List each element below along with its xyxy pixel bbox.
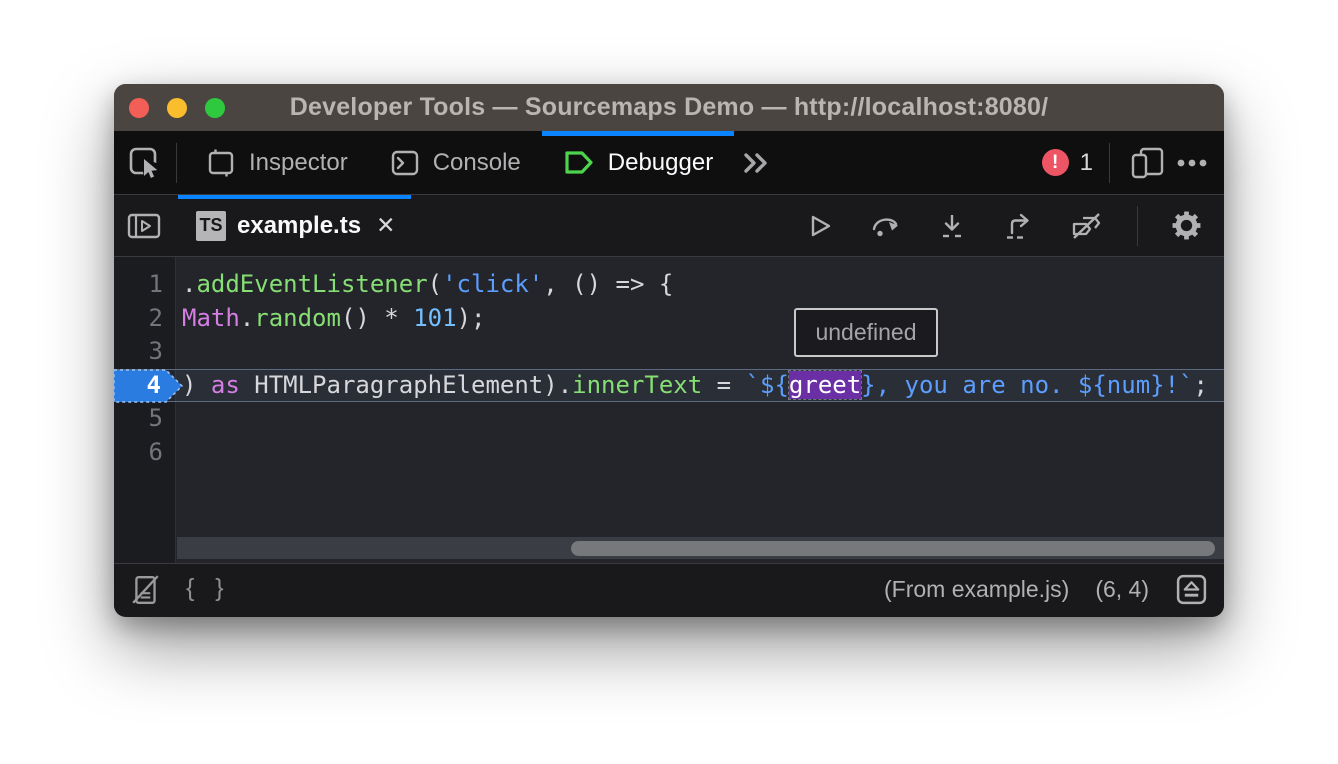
tab-debugger[interactable]: Debugger [542,131,734,194]
pick-element-button[interactable] [122,131,168,194]
code-text[interactable]: Math.random() * 101); [176,302,485,336]
line-number[interactable]: 6 [114,436,176,470]
error-counter[interactable]: ! 1 [1042,149,1093,177]
error-count: 1 [1080,149,1093,177]
step-in-icon [936,211,968,241]
debugger-controls [804,195,1224,256]
inspector-icon [206,148,236,178]
code-line[interactable]: 6 [114,436,1224,470]
code-line[interactable]: 2Math.random() * 101); [114,302,1224,336]
tab-inspector[interactable]: Inspector [185,131,369,194]
chevron-double-right-icon [742,148,772,178]
code-line-paused[interactable]: 4) as HTMLParagraphElement).innerText = … [114,369,1224,403]
debugger-settings-button[interactable] [1171,210,1202,241]
devtools-window: Developer Tools — Sourcemaps Demo — http… [114,84,1224,617]
code-line[interactable]: 3 [114,335,1224,369]
sources-panel-icon [126,211,162,241]
close-window-button[interactable] [129,98,149,118]
variable-preview-tooltip: undefined [794,308,938,357]
deactivate-breakpoints-button[interactable] [1070,211,1104,241]
tab-label: Inspector [249,149,348,177]
titlebar: Developer Tools — Sourcemaps Demo — http… [114,84,1224,131]
responsive-design-icon [1130,146,1166,180]
jump-to-original-button[interactable] [1175,573,1208,606]
step-out-icon [1003,211,1035,241]
toolbar-separator [1109,143,1110,183]
cursor-position: (6, 4) [1095,576,1149,603]
more-tabs-button[interactable] [734,131,780,194]
step-out-button[interactable] [1003,211,1035,241]
code-line[interactable]: 5 [114,402,1224,436]
tab-label: Console [433,149,521,177]
debugger-icon [563,148,595,178]
traffic-lights [129,84,225,131]
controls-separator [1137,206,1138,246]
line-number[interactable]: 3 [114,335,176,369]
close-source-tab-button[interactable]: ✕ [372,212,395,239]
code-text[interactable]: ) as HTMLParagraphElement).innerText = `… [176,369,1208,403]
pretty-print-button[interactable]: { } [186,574,231,606]
line-number[interactable]: 5 [114,402,176,436]
tab-label: Debugger [608,149,713,177]
devtools-menu-button[interactable] [1170,131,1214,194]
devtools-toolbar: Inspector Console Debugger [114,131,1224,195]
resume-button[interactable] [804,211,834,241]
gear-icon [1171,210,1202,241]
toggle-sources-panel-button[interactable] [124,195,164,256]
ignore-source-button[interactable] [130,574,162,606]
code-text[interactable] [176,335,182,369]
tab-console[interactable]: Console [369,131,542,194]
code-text[interactable] [176,436,182,470]
resume-icon [804,211,834,241]
step-over-button[interactable] [869,211,901,241]
mapped-source-note: (From example.js) [884,576,1069,603]
source-tab-row: TS example.ts ✕ [114,195,1224,257]
window-title: Developer Tools — Sourcemaps Demo — http… [290,93,1049,122]
typescript-file-icon: TS [196,211,226,241]
pick-element-icon [128,146,162,180]
source-tab-example-ts[interactable]: TS example.ts ✕ [178,195,411,256]
paused-line-marker[interactable]: 4 [114,369,176,403]
ignore-source-icon [130,574,162,606]
line-number[interactable]: 2 [114,302,176,336]
code-text[interactable]: .addEventListener('click', () => { [176,268,673,302]
code-editor[interactable]: 1.addEventListener('click', () => {2Math… [114,257,1224,563]
responsive-design-mode-button[interactable] [1126,131,1170,194]
error-badge-icon: ! [1042,149,1069,176]
source-tab-label: example.ts [237,212,361,240]
code-editor-lines: 1.addEventListener('click', () => {2Math… [114,268,1224,469]
eject-icon [1175,573,1208,606]
line-number[interactable]: 1 [114,268,176,302]
step-in-button[interactable] [936,211,968,241]
code-text[interactable] [176,402,182,436]
console-icon [390,148,420,178]
horizontal-scrollbar-track[interactable] [177,537,1224,559]
active-source-tab-indicator [178,195,411,199]
editor-status-bar: { } (From example.js) (6, 4) [114,563,1224,615]
code-line[interactable]: 1.addEventListener('click', () => { [114,268,1224,302]
minimize-window-button[interactable] [167,98,187,118]
meatball-menu-icon [1175,148,1209,178]
active-tab-indicator [542,131,734,136]
horizontal-scrollbar-thumb[interactable] [571,541,1215,556]
step-over-icon [869,211,901,241]
deactivate-breakpoints-icon [1070,211,1104,241]
toolbar-separator [176,143,177,183]
zoom-window-button[interactable] [205,98,225,118]
